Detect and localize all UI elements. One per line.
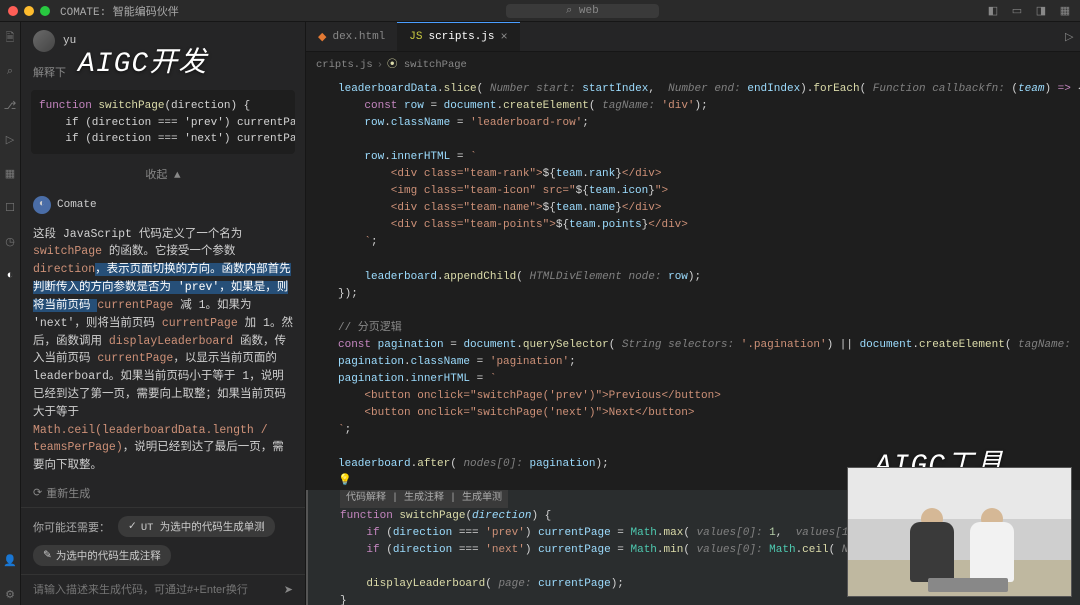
remote-icon[interactable]: ☐ [0, 198, 20, 218]
suggest-comments[interactable]: ✎为选中的代码生成注释 [33, 545, 171, 566]
chat-input[interactable] [33, 584, 276, 596]
search-icon[interactable]: ⌕ [0, 62, 20, 82]
test-icon: ✓ [128, 520, 137, 533]
close-tab-icon[interactable]: × [501, 30, 508, 44]
timeline-icon[interactable]: ◷ [0, 232, 20, 252]
code-action-label[interactable]: 代码解释 | 生成注释 | 生成单测 [340, 490, 508, 508]
activity-bar: 🗎 ⌕ ⎇ ▷ ▦ ☐ ◷ ◐ 👤 ⚙ [0, 22, 21, 605]
avatar [33, 30, 55, 52]
panel-bottom-icon[interactable]: ▭ [1010, 4, 1024, 18]
debug-icon[interactable]: ▷ [0, 130, 20, 150]
search-icon: ⌕ [566, 5, 579, 17]
comate-icon[interactable]: ◐ [0, 266, 20, 286]
layout-controls: ◧ ▭ ◨ ▦ [986, 4, 1072, 18]
maximize-window-icon[interactable] [40, 6, 50, 16]
panel-left-icon[interactable]: ◧ [986, 4, 1000, 18]
run-icon[interactable]: ▷ [1065, 30, 1073, 44]
comment-icon: ✎ [43, 549, 52, 562]
explorer-icon[interactable]: 🗎 [0, 28, 20, 48]
settings-icon[interactable]: ⚙ [0, 585, 20, 605]
source-control-icon[interactable]: ⎇ [0, 96, 20, 116]
send-icon[interactable]: ➤ [284, 583, 293, 597]
tab-scripts-js[interactable]: JS scripts.js × [397, 22, 519, 51]
explain-heading: 解释下 [21, 60, 305, 84]
collapse-button[interactable]: 收起 ▲ [21, 160, 305, 188]
titlebar: COMATE: 智能编码伙伴 ⌕ web ◧ ▭ ◨ ▦ [0, 0, 1080, 22]
tab-index-html[interactable]: ◆ dex.html [306, 22, 397, 51]
layout-icon[interactable]: ▦ [1058, 4, 1072, 18]
js-file-icon: JS [409, 31, 422, 43]
suggestions-row: 你可能还需要： ✓UT 为选中的代码生成单测 ✎为选中的代码生成注释 [21, 507, 305, 574]
panel-right-icon[interactable]: ◨ [1034, 4, 1048, 18]
webcam-overlay [847, 467, 1072, 597]
html-file-icon: ◆ [318, 30, 326, 44]
close-window-icon[interactable] [8, 6, 18, 16]
username: yu [63, 35, 76, 47]
comate-avatar-icon: ◐ [33, 196, 51, 214]
app-title: COMATE: 智能编码伙伴 [60, 3, 179, 19]
account-icon[interactable]: 👤 [0, 551, 20, 571]
regenerate-button[interactable]: ⟳ 重新生成 [21, 479, 305, 507]
explanation-text: 这段 JavaScript 代码定义了一个名为 switchPage 的函数。它… [21, 222, 305, 479]
user-profile: yu [21, 22, 305, 60]
selected-code-snippet: function switchPage(direction) { if (dir… [31, 90, 295, 154]
command-search[interactable]: ⌕ web [506, 4, 659, 18]
breadcrumb[interactable]: cripts.js›⦿ switchPage [306, 52, 1080, 75]
editor-tabs: ◆ dex.html JS scripts.js × ▷ ✎ ⋯ [306, 22, 1080, 52]
refresh-icon: ⟳ [33, 486, 42, 500]
suggest-unit-test[interactable]: ✓UT 为选中的代码生成单测 [118, 516, 275, 537]
extensions-icon[interactable]: ▦ [0, 164, 20, 184]
chat-input-row: ➤ [21, 574, 305, 605]
comate-sidebar: yu 解释下 function switchPage(direction) { … [21, 22, 306, 605]
window-controls[interactable] [8, 6, 50, 16]
comate-name: Comate [57, 199, 97, 211]
comate-response-header: ◐ Comate [21, 188, 305, 222]
suggestions-label: 你可能还需要： [33, 519, 110, 535]
minimize-window-icon[interactable] [24, 6, 34, 16]
